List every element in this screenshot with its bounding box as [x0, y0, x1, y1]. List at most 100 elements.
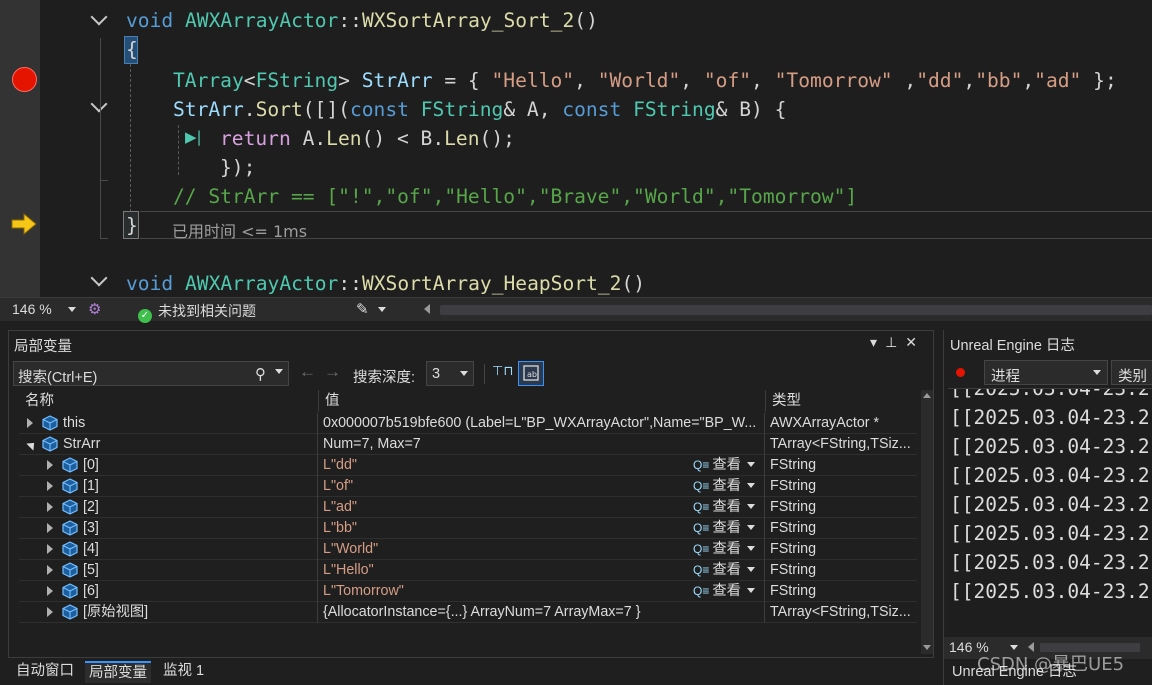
forward-arrow-icon[interactable]: → — [324, 362, 349, 381]
expand-arrow-icon[interactable] — [47, 502, 53, 512]
cell-value[interactable]: L"World" Q≡ 查看 — [319, 539, 765, 560]
dropdown-icon[interactable]: ▾ — [870, 334, 885, 350]
scroll-up-icon[interactable] — [923, 393, 931, 398]
pin-to-source-icon[interactable]: ⊤⊓ — [492, 363, 513, 383]
column-header-value[interactable]: 值 — [319, 390, 766, 412]
text-visualizer-button[interactable]: Q≡ 查看 — [693, 497, 755, 518]
check-icon: ✓ — [138, 309, 152, 323]
collapse-chevron-icon[interactable] — [90, 95, 108, 113]
code-line-3[interactable]: TArray<FString> StrArr = { "Hello", "Wor… — [173, 66, 1117, 95]
hex-display-button[interactable]: ab — [518, 361, 544, 386]
cell-value[interactable]: Num=7, Max=7 — [319, 434, 765, 455]
ue-log-output[interactable]: [[2025.03.04-23.2 [[2025.03.04-23.2 [[20… — [948, 388, 1152, 638]
expand-arrow-icon[interactable] — [47, 565, 53, 575]
expand-arrow-icon[interactable] — [47, 586, 53, 596]
category-select[interactable]: 类别 — [1111, 360, 1152, 385]
horizontal-scrollbar[interactable] — [440, 305, 1152, 315]
expand-arrow-icon[interactable] — [47, 523, 53, 533]
tab-watch-1[interactable]: 监视 1 — [159, 661, 208, 683]
code-line-10[interactable]: void AWXArrayActor::WXSortArray_HeapSort… — [126, 269, 645, 297]
scroll-left-icon[interactable] — [424, 304, 430, 314]
record-icon[interactable] — [956, 368, 965, 377]
close-icon[interactable]: ✕ — [905, 334, 925, 350]
cell-value[interactable]: L"dd" Q≡ 查看 — [319, 455, 765, 476]
expand-arrow-icon[interactable] — [27, 418, 33, 428]
chevron-down-icon[interactable] — [746, 546, 755, 551]
type-name: FString — [255, 69, 339, 92]
param: & B) { — [715, 98, 787, 121]
search-input[interactable]: 搜索(Ctrl+E) ⚲ — [13, 361, 289, 386]
zoom-dropdown-icon[interactable] — [68, 307, 76, 312]
variable-name: [0] — [83, 457, 99, 473]
expand-arrow-icon[interactable] — [47, 460, 53, 470]
column-header-type[interactable]: 类型 — [766, 390, 917, 412]
angle-close: > — [338, 69, 350, 92]
code-line-4[interactable]: StrArr.Sort([](const FString& A, const F… — [173, 95, 786, 124]
text-visualizer-button[interactable]: Q≡ 查看 — [693, 581, 755, 602]
tab-autos[interactable]: 自动窗口 — [12, 661, 78, 683]
cell-value[interactable]: 0x000007b519bfe600 (Label=L"BP_WXArrayAc… — [319, 413, 765, 434]
table-row[interactable]: [0] L"dd" Q≡ 查看 FString — [19, 455, 917, 476]
expand-arrow-icon[interactable] — [47, 544, 53, 554]
param: B — [420, 127, 433, 150]
table-row[interactable]: StrArr Num=7, Max=7 TArray<FString,TSiz... — [19, 434, 917, 455]
step-into-icon[interactable]: ▶| — [185, 128, 202, 146]
vertical-scrollbar[interactable] — [921, 390, 933, 654]
collapse-arrow-icon[interactable] — [26, 439, 38, 451]
column-header-name[interactable]: 名称 — [19, 390, 319, 412]
cell-value[interactable]: L"Tomorrow" Q≡ 查看 — [319, 581, 765, 602]
table-row[interactable]: [1] L"of" Q≡ 查看 FString — [19, 476, 917, 497]
zoom-level[interactable]: 146 % — [12, 301, 52, 317]
cell-value[interactable]: L"Hello" Q≡ 查看 — [319, 560, 765, 581]
text-visualizer-button[interactable]: Q≡ 查看 — [693, 518, 755, 539]
code-line-8[interactable]: } — [126, 211, 138, 240]
text-visualizer-button[interactable]: Q≡ 查看 — [693, 539, 755, 560]
code-line-1[interactable]: void AWXArrayActor::WXSortArray_Sort_2() — [126, 6, 598, 35]
variable-value: L"ad" — [323, 499, 358, 515]
back-arrow-icon[interactable]: ← — [299, 362, 324, 381]
code-editor[interactable]: void AWXArrayActor::WXSortArray_Sort_2()… — [0, 0, 1152, 297]
search-icon[interactable]: ⚲ — [255, 365, 266, 383]
chevron-down-icon[interactable] — [746, 567, 755, 572]
text-visualizer-button[interactable]: Q≡ 查看 — [693, 455, 755, 476]
text-visualizer-button[interactable]: Q≡ 查看 — [693, 476, 755, 497]
tab-locals[interactable]: 局部变量 — [85, 661, 151, 683]
cell-value[interactable]: L"of" Q≡ 查看 — [319, 476, 765, 497]
code-line-5[interactable]: return A.Len() < B.Len(); — [220, 124, 515, 153]
text-visualizer-button[interactable]: Q≡ 查看 — [693, 560, 755, 581]
table-row[interactable]: [原始视图] {AllocatorInstance={...} ArrayNum=… — [19, 602, 917, 623]
table-row[interactable]: [6] L"Tomorrow" Q≡ 查看 FString — [19, 581, 917, 602]
collapse-chevron-icon[interactable] — [90, 8, 108, 26]
table-row[interactable]: [2] L"ad" Q≡ 查看 FString — [19, 497, 917, 518]
table-row[interactable]: this 0x000007b519bfe600 (Label=L"BP_WXArr… — [19, 413, 917, 434]
chevron-down-icon[interactable] — [746, 525, 755, 530]
cell-value[interactable]: {AllocatorInstance={...} ArrayNum=7 Arra… — [319, 602, 765, 623]
dropdown-icon[interactable] — [378, 307, 386, 312]
function-name: Len — [444, 127, 480, 150]
search-options-dropdown-icon[interactable] — [275, 369, 283, 374]
expand-arrow-icon[interactable] — [47, 481, 53, 491]
brush-icon[interactable]: ✎ — [356, 300, 369, 318]
cell-value[interactable]: L"ad" Q≡ 查看 — [319, 497, 765, 518]
breakpoint-gutter[interactable] — [0, 0, 40, 297]
collapse-chevron-icon[interactable] — [90, 269, 108, 287]
chevron-down-icon[interactable] — [746, 588, 755, 593]
table-row[interactable]: [4] L"World" Q≡ 查看 FString — [19, 539, 917, 560]
chevron-down-icon[interactable] — [746, 483, 755, 488]
code-comment[interactable]: // StrArr == ["!","of","Hello","Brave","… — [173, 182, 857, 211]
issues-status[interactable]: ✓ 未找到相关问题 — [138, 301, 256, 323]
copilot-icon[interactable]: ⚙ — [88, 300, 101, 318]
cell-value[interactable]: L"bb" Q≡ 查看 — [319, 518, 765, 539]
table-row[interactable]: [5] L"Hello" Q≡ 查看 FString — [19, 560, 917, 581]
code-line-2[interactable]: { — [126, 35, 138, 64]
chevron-down-icon[interactable] — [746, 504, 755, 509]
scroll-down-icon[interactable] — [923, 645, 931, 650]
expand-arrow-icon[interactable] — [47, 607, 53, 617]
process-select[interactable]: 进程 — [984, 360, 1108, 385]
code-line-6[interactable]: }); — [220, 153, 255, 182]
chevron-down-icon[interactable] — [746, 462, 755, 467]
pin-icon[interactable]: ⊥ — [885, 334, 905, 350]
search-depth-select[interactable]: 3 — [426, 361, 474, 386]
table-row[interactable]: [3] L"bb" Q≡ 查看 FString — [19, 518, 917, 539]
breakpoint-icon[interactable] — [12, 67, 37, 92]
